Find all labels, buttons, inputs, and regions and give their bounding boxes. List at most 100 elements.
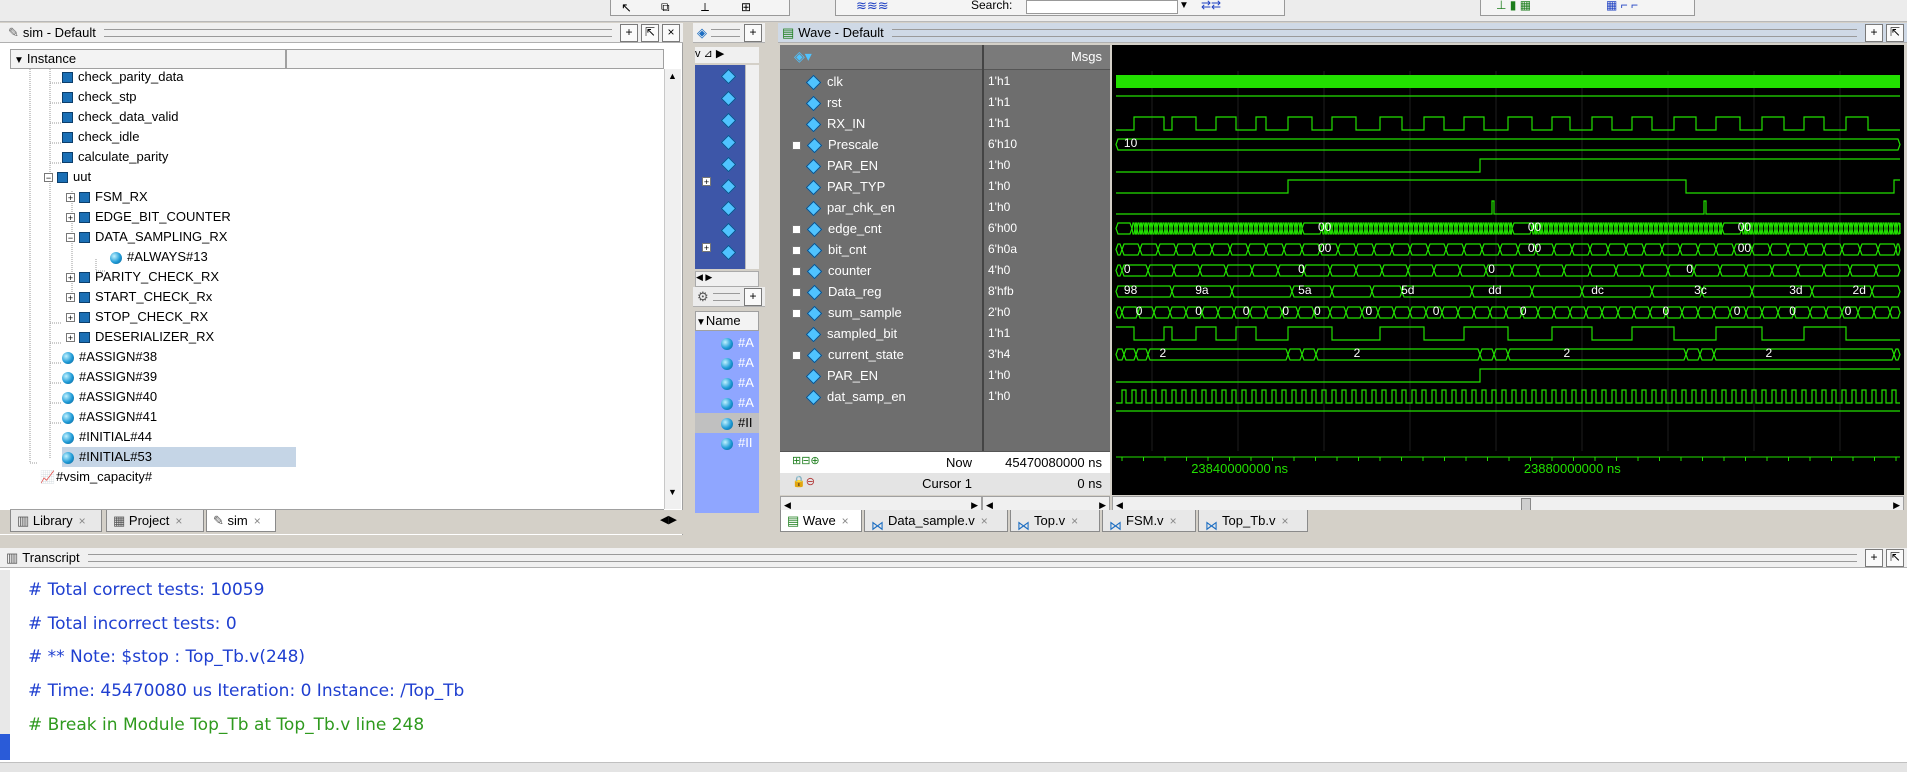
expand-icon[interactable]: + xyxy=(792,267,801,277)
tab-project[interactable]: ▦ Project × xyxy=(106,510,204,532)
tree-item[interactable]: check_data_valid xyxy=(62,107,178,127)
tab-sim[interactable]: ✎ sim × xyxy=(206,510,276,532)
insert-signal-icon[interactable]: ◈▾ xyxy=(794,48,812,65)
close-icon[interactable]: × xyxy=(254,514,261,528)
close-icon[interactable]: × xyxy=(842,514,849,528)
tree-item[interactable]: + STOP_CHECK_RX xyxy=(66,307,208,327)
wave-nav-icon[interactable]: ≋≋≋ xyxy=(856,0,889,14)
find-next-icon[interactable]: ⇄⇄ xyxy=(1201,0,1221,12)
undock-icon[interactable]: ⇱ xyxy=(1886,548,1904,567)
expand-icon[interactable]: + xyxy=(66,313,75,323)
signal-name[interactable]: clk xyxy=(792,71,843,92)
panel-grip[interactable] xyxy=(87,553,1857,562)
tree-item[interactable]: + PARITY_CHECK_RX xyxy=(66,267,219,287)
undock-icon[interactable]: ⇱ xyxy=(641,23,659,42)
object-diamond-icon[interactable] xyxy=(720,134,737,151)
search-dropdown-icon[interactable]: ▼ xyxy=(1179,0,1189,11)
object-diamond-icon[interactable] xyxy=(720,178,737,195)
object-diamond-icon[interactable] xyxy=(720,90,737,107)
object-diamond-icon[interactable] xyxy=(720,68,737,85)
signal-name[interactable]: par_chk_en xyxy=(792,197,895,218)
add-icon[interactable]: + xyxy=(744,23,762,42)
tree-item[interactable]: #INITIAL#44 xyxy=(62,427,152,447)
object-diamond-icon[interactable] xyxy=(720,112,737,129)
tab-wave[interactable]: ▤ Wave × xyxy=(780,510,862,532)
tree-item[interactable]: 📈#vsim_capacity# xyxy=(40,467,152,487)
collapse-icon[interactable]: − xyxy=(44,173,53,183)
object-diamond-icon[interactable] xyxy=(720,156,737,173)
tree-item[interactable]: check_idle xyxy=(62,127,139,147)
signal-name[interactable]: + Data_reg xyxy=(792,281,881,302)
expand-icon[interactable]: + xyxy=(792,309,801,319)
signal-name[interactable]: dat_samp_en xyxy=(792,386,906,407)
expand-icon[interactable]: + xyxy=(702,243,711,253)
tree-item[interactable]: + DESERIALIZER_RX xyxy=(66,327,214,347)
tree-item[interactable]: calculate_parity xyxy=(62,147,168,167)
split-tool-icon[interactable]: ⊞ xyxy=(741,0,751,14)
scroll-up-arrow[interactable]: ▲ xyxy=(668,71,677,81)
close-icon[interactable]: × xyxy=(175,514,182,528)
add-icon[interactable]: + xyxy=(744,287,762,306)
transcript-body[interactable]: # Total correct tests: 10059 # Total inc… xyxy=(0,570,1907,760)
cursor-lock-icon[interactable]: 🔒⊖ xyxy=(792,475,815,488)
panel-grip[interactable] xyxy=(103,28,612,37)
tab-scroll-icon[interactable]: ◀▶ xyxy=(660,513,677,526)
add-icon[interactable]: + xyxy=(620,23,638,42)
tab-top[interactable]: ⋈ Top.v × xyxy=(1010,510,1100,533)
signal-name[interactable]: + Prescale xyxy=(792,134,879,155)
tree-item[interactable]: + FSM_RX xyxy=(66,187,148,207)
wave-display-icon[interactable]: ▦ ⌐ ⌐ xyxy=(1606,0,1638,12)
tree-item[interactable]: #ASSIGN#41 xyxy=(62,407,157,427)
zoom-tool-icon[interactable]: ⧉ xyxy=(661,0,670,15)
signal-name[interactable]: + current_state xyxy=(792,344,904,365)
tab-top-tb[interactable]: ⋈ Top_Tb.v × xyxy=(1198,510,1308,533)
tree-item[interactable]: #ASSIGN#40 xyxy=(62,387,157,407)
close-icon[interactable]: × xyxy=(662,23,680,42)
tree-item-selected[interactable]: #INITIAL#53 xyxy=(62,447,296,467)
tree-item[interactable]: + START_CHECK_Rx xyxy=(66,287,212,307)
tab-library[interactable]: ▥ Library × xyxy=(10,510,102,532)
object-diamond-icon[interactable] xyxy=(720,200,737,217)
tree-item[interactable]: − DATA_SAMPLING_RX xyxy=(66,227,227,247)
process-item[interactable]: #A xyxy=(721,333,754,353)
waveform-pane[interactable]: 10 00 00 00 00 00 00 0 0 0 0 98 9a 5a 5d dd dc 3c 3d 2d 0 0 0 0… xyxy=(1112,45,1904,495)
objects-toolbar-icon[interactable]: v ⊿ ▶ xyxy=(695,48,724,60)
expand-icon[interactable]: + xyxy=(792,288,801,298)
tree-item[interactable]: #ASSIGN#39 xyxy=(62,367,157,387)
object-diamond-icon[interactable] xyxy=(720,244,737,261)
process-item[interactable]: #II xyxy=(721,433,752,453)
wave-format-icon[interactable]: ⊥ ▮ ▦ xyxy=(1496,0,1531,12)
objects-scroll-v[interactable] xyxy=(745,65,759,269)
scroll-down-arrow[interactable]: ▼ xyxy=(668,487,677,497)
tree-item[interactable]: #ALWAYS#13 xyxy=(110,247,208,267)
expand-icon[interactable]: + xyxy=(792,141,801,151)
signal-name[interactable]: PAR_TYP xyxy=(792,176,885,197)
instance-column-header[interactable]: ▼ Instance xyxy=(10,49,286,69)
select-tool-icon[interactable]: ↖ xyxy=(621,0,632,16)
tab-fsm[interactable]: ⋈ FSM.v × xyxy=(1102,510,1196,533)
search-input[interactable] xyxy=(1026,0,1178,14)
tree-item[interactable]: + EDGE_BIT_COUNTER xyxy=(66,207,231,227)
undock-icon[interactable]: ⇱ xyxy=(1886,23,1904,42)
objects-scroll-h[interactable]: ◀ ▶ xyxy=(695,271,759,287)
panel-grip[interactable] xyxy=(711,28,740,37)
now-icons[interactable]: ⊞⊟⊕ xyxy=(792,454,820,467)
process-item[interactable]: #A xyxy=(721,353,754,373)
signal-name[interactable]: PAR_EN xyxy=(792,155,878,176)
cursor-tool-icon[interactable]: ⟂ xyxy=(701,0,709,15)
expand-icon[interactable]: + xyxy=(66,213,75,223)
expand-icon[interactable]: + xyxy=(792,246,801,256)
tree-item[interactable]: check_stp xyxy=(62,87,137,107)
panel-grip[interactable] xyxy=(891,28,1857,37)
process-item[interactable]: #A xyxy=(721,373,754,393)
close-icon[interactable]: × xyxy=(981,514,988,528)
collapse-icon[interactable]: − xyxy=(66,233,75,243)
object-diamond-icon[interactable] xyxy=(720,222,737,239)
signal-name[interactable]: + bit_cnt xyxy=(792,239,866,260)
expand-icon[interactable]: + xyxy=(66,193,75,203)
expand-icon[interactable]: + xyxy=(702,177,711,187)
add-icon[interactable]: + xyxy=(1865,548,1883,567)
close-icon[interactable]: × xyxy=(79,514,86,528)
panel-grip[interactable] xyxy=(712,292,740,301)
add-icon[interactable]: + xyxy=(1865,23,1883,42)
